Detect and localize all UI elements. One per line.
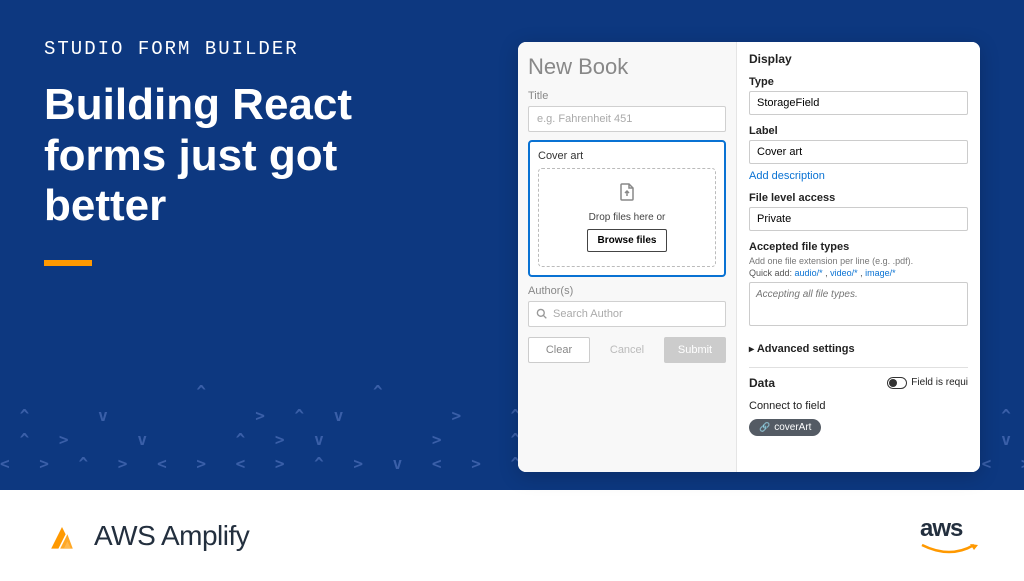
data-section-title: Data (749, 376, 775, 390)
cancel-button[interactable]: Cancel (596, 337, 658, 363)
amplify-brand: AWS Amplify (44, 518, 249, 554)
author-search-wrapper (528, 301, 726, 327)
aws-logo-text: aws (920, 515, 980, 543)
type-select[interactable] (749, 91, 968, 115)
accepted-file-types-label: Accepted file types (749, 241, 968, 253)
cover-art-field-selected[interactable]: Cover art Drop files here or Browse file… (528, 140, 726, 277)
file-upload-icon (547, 183, 707, 206)
form-builder-preview: New Book Title Cover art Drop files here… (518, 42, 980, 472)
file-level-access-select[interactable] (749, 207, 968, 231)
form-title: New Book (528, 54, 726, 80)
label-input[interactable] (749, 140, 968, 164)
accepted-file-types-input[interactable] (749, 282, 968, 326)
connect-field-pill[interactable]: 🔗 coverArt (749, 419, 821, 436)
toggle-switch-icon (887, 377, 907, 389)
title-field-label: Title (528, 90, 726, 102)
title-input[interactable] (528, 106, 726, 132)
add-description-link[interactable]: Add description (749, 170, 825, 182)
clear-button[interactable]: Clear (528, 337, 590, 363)
data-section-row: Data Field is requi (749, 376, 968, 390)
form-action-row: Clear Cancel Submit (528, 337, 726, 363)
advanced-settings-toggle[interactable]: Advanced settings (749, 343, 968, 355)
field-required-toggle[interactable]: Field is requi (887, 377, 968, 389)
connect-to-field-label: Connect to field (749, 400, 968, 412)
quick-add-audio-link[interactable]: audio/* (795, 268, 823, 278)
submit-button[interactable]: Submit (664, 337, 726, 363)
divider (749, 367, 968, 368)
quick-add-row: Quick add: audio/* , video/* , image/* (749, 268, 968, 278)
author-search-input[interactable] (528, 301, 726, 327)
browse-files-button[interactable]: Browse files (587, 229, 668, 252)
aws-smile-icon (920, 543, 980, 557)
display-section-title: Display (749, 52, 968, 66)
type-label: Type (749, 76, 968, 88)
quick-add-image-link[interactable]: image/* (865, 268, 896, 278)
amplify-logo-icon (44, 518, 80, 554)
aws-logo: aws (920, 515, 980, 557)
amplify-brand-text: AWS Amplify (94, 520, 249, 552)
file-dropzone[interactable]: Drop files here or Browse files (538, 168, 716, 267)
file-level-access-label: File level access (749, 192, 968, 204)
hero-banner: STUDIO FORM BUILDER Building React forms… (0, 0, 1024, 490)
accepted-file-types-hint: Add one file extension per line (e.g. .p… (749, 256, 968, 268)
link-icon: 🔗 (759, 422, 770, 433)
form-preview-pane: New Book Title Cover art Drop files here… (518, 42, 736, 472)
label-label: Label (749, 125, 968, 137)
quick-add-video-link[interactable]: video/* (830, 268, 858, 278)
accent-bar (44, 260, 92, 266)
search-icon (536, 308, 547, 322)
authors-field-label: Author(s) (528, 285, 726, 297)
dropzone-text: Drop files here or (547, 212, 707, 223)
cover-art-label: Cover art (538, 150, 716, 162)
headline-text: Building React forms just got better (44, 80, 464, 232)
footer-bar: AWS Amplify aws (0, 490, 1024, 581)
field-config-pane: Display Type Label Add description File … (736, 42, 980, 472)
